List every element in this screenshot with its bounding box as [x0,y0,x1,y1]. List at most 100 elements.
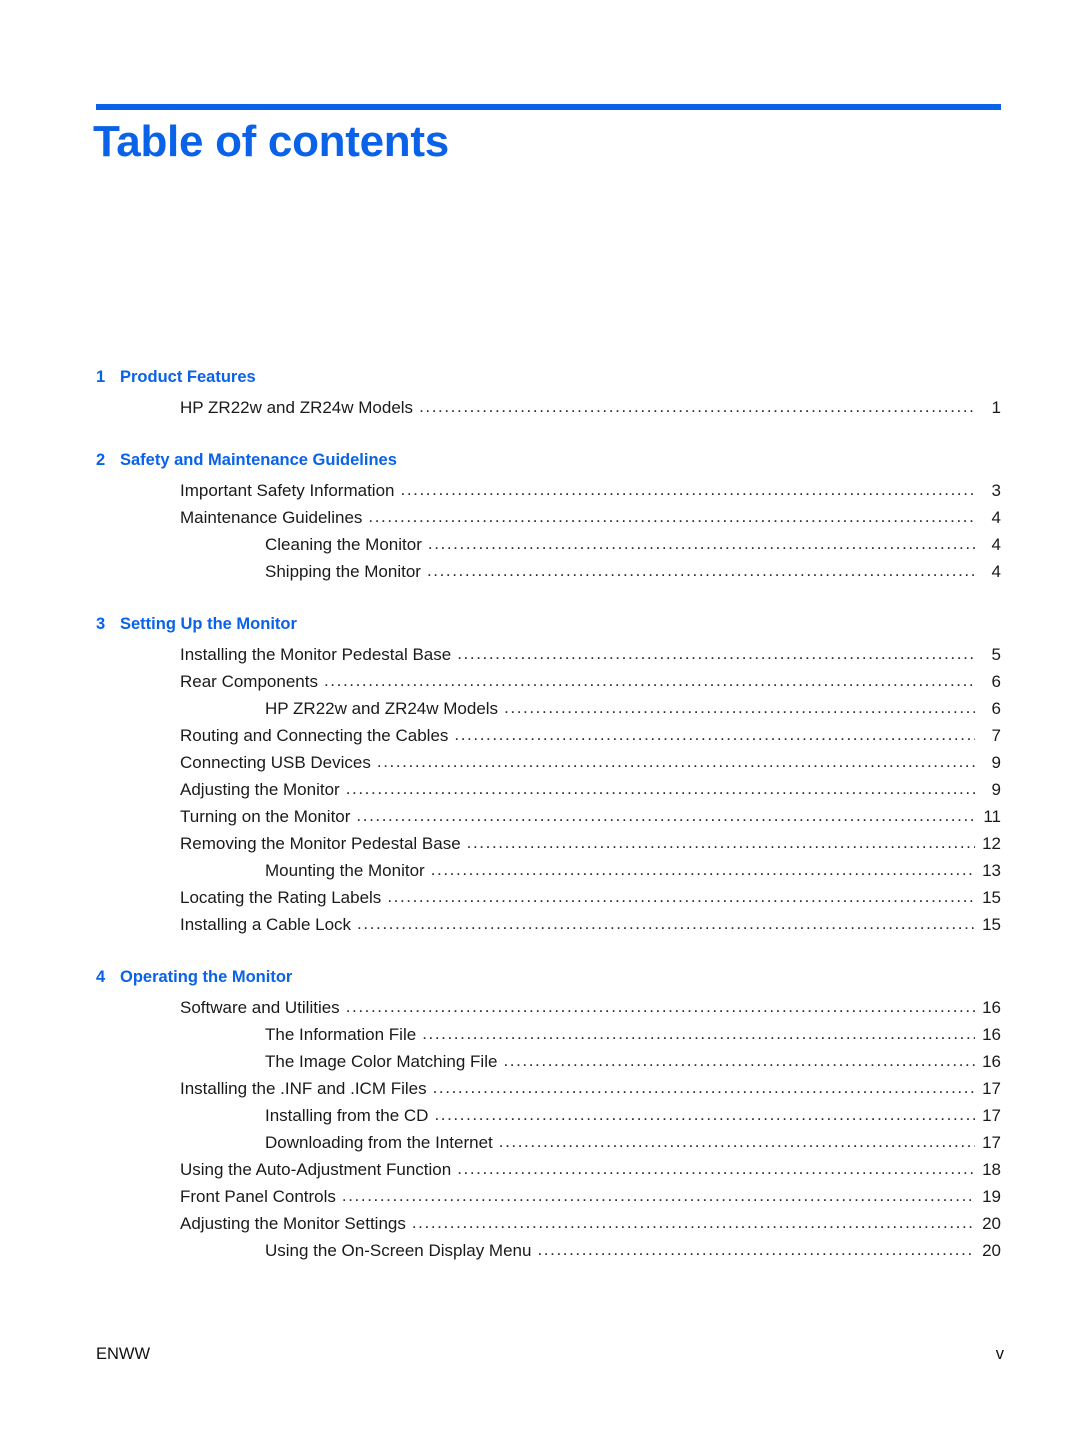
toc-entry[interactable]: The Information File....................… [0,1021,1080,1048]
toc-entry-page-number: 19 [982,1187,1001,1206]
toc-entry-list: Software and Utilities..................… [0,994,1080,1264]
toc-entry[interactable]: Routing and Connecting the Cables.......… [0,722,1080,749]
toc-entry-label: The Image Color Matching File [265,1052,498,1071]
toc-entry-page-number: 1 [991,398,1001,417]
toc-dot-leader: ........................................… [457,1159,975,1178]
toc-dot-leader: ........................................… [356,806,975,825]
page-title: Table of contents [93,117,449,166]
toc-entry[interactable]: Turning on the Monitor..................… [0,803,1080,830]
toc-entry[interactable]: Cleaning the Monitor....................… [0,531,1080,558]
toc-dot-leader: ........................................… [422,1024,975,1043]
toc-entry[interactable]: Removing the Monitor Pedestal Base......… [0,830,1080,857]
toc-dot-leader: ........................................… [411,1213,975,1232]
toc-chapter-title: Product Features [120,368,256,386]
toc-entry[interactable]: Connecting USB Devices..................… [0,749,1080,776]
toc-entry[interactable]: Rear Components.........................… [0,668,1080,695]
toc-entry[interactable]: Adjusting the Monitor...................… [0,776,1080,803]
toc-chapter-title: Setting Up the Monitor [120,615,297,633]
toc-entry[interactable]: Important Safety Information............… [0,477,1080,504]
toc-entry-page-number: 12 [982,834,1001,853]
toc-entry-page-number: 6 [991,672,1001,691]
toc-entry-page-number: 7 [991,726,1001,745]
toc-dot-leader: ........................................… [419,397,975,416]
toc-chapter-heading[interactable]: 3 Setting Up the Monitor [0,611,1080,638]
toc-chapter: 1 Product Features HP ZR22w and ZR24w Mode… [0,364,1080,421]
toc-entry-page-number: 17 [982,1106,1001,1125]
toc-chapter-heading[interactable]: 4 Operating the Monitor [0,964,1080,991]
toc-dot-leader: ........................................… [504,698,975,717]
toc-dot-leader: ........................................… [323,671,975,690]
toc-entry-label: Shipping the Monitor [265,562,421,581]
toc-entry-label: Mounting the Monitor [265,861,425,880]
toc-dot-leader: ........................................… [387,887,975,906]
toc-chapter-heading[interactable]: 1 Product Features [0,364,1080,391]
toc-entry-label: Using the Auto-Adjustment Function [180,1160,452,1179]
toc-dot-leader: ........................................… [454,725,975,744]
toc-dot-leader: ........................................… [430,860,975,879]
toc-entry-page-number: 4 [991,535,1001,554]
toc-entry[interactable]: HP ZR22w and ZR24w Models...............… [0,695,1080,722]
toc-entry-page-number: 20 [982,1214,1001,1233]
toc-entry[interactable]: The Image Color Matching File...........… [0,1048,1080,1075]
toc-entry[interactable]: Mounting the Monitor....................… [0,857,1080,884]
toc-entry[interactable]: Adjusting the Monitor Settings..........… [0,1210,1080,1237]
toc-entry-label: The Information File [265,1025,417,1044]
toc-dot-leader: ........................................… [400,480,976,499]
toc-dot-leader: ........................................… [341,1186,975,1205]
toc-entry-label: Rear Components [180,672,318,691]
toc-entry[interactable]: Installing the .INF and .ICM Files......… [0,1075,1080,1102]
toc-entry[interactable]: Shipping the Monitor....................… [0,558,1080,585]
toc-entry-page-number: 4 [991,562,1001,581]
toc-chapter-number: 2 [96,451,106,469]
toc-dot-leader: ........................................… [434,1105,975,1124]
toc-entry[interactable]: Downloading from the Internet...........… [0,1129,1080,1156]
toc-entry-page-number: 17 [982,1079,1001,1098]
toc-entry[interactable]: Installing the Monitor Pedestal Base....… [0,641,1080,668]
toc-entry-label: HP ZR22w and ZR24w Models [180,398,414,417]
toc-entry[interactable]: HP ZR22w and ZR24w Models...............… [0,394,1080,421]
toc-entry-list: HP ZR22w and ZR24w Models...............… [0,394,1080,421]
toc-entry-label: Maintenance Guidelines [180,508,363,527]
title-rule [96,104,1001,110]
toc-entry-label: Installing from the CD [265,1106,429,1125]
toc-entry[interactable]: Using the Auto-Adjustment Function......… [0,1156,1080,1183]
toc-entry-page-number: 4 [991,508,1001,527]
toc-dot-leader: ........................................… [432,1078,975,1097]
toc-entry-page-number: 3 [991,481,1001,500]
toc-entry-label: Cleaning the Monitor [265,535,422,554]
toc-entry-label: Routing and Connecting the Cables [180,726,449,745]
toc-entry[interactable]: Using the On-Screen Display Menu........… [0,1237,1080,1264]
toc-dot-leader: ........................................… [537,1240,975,1259]
toc-entry-label: Software and Utilities [180,998,340,1017]
toc-entry-page-number: 9 [991,780,1001,799]
toc-entry-label: Front Panel Controls [180,1187,336,1206]
toc-chapter-number: 4 [96,968,106,986]
toc-chapter-title: Operating the Monitor [120,968,293,986]
toc-dot-leader: ........................................… [345,997,975,1016]
toc-entry-label: Important Safety Information [180,481,395,500]
toc-entry[interactable]: Installing from the CD..................… [0,1102,1080,1129]
toc-entry-page-number: 16 [982,998,1001,1017]
toc-entry[interactable]: Software and Utilities..................… [0,994,1080,1021]
toc-entry-list: Important Safety Information............… [0,477,1080,585]
toc-chapter: 3 Setting Up the Monitor Installing the Mo… [0,611,1080,938]
toc-dot-leader: ........................................… [345,779,975,798]
toc-dot-leader: ........................................… [466,833,975,852]
toc-entry[interactable]: Front Panel Controls....................… [0,1183,1080,1210]
toc-entry[interactable]: Maintenance Guidelines..................… [0,504,1080,531]
toc-entry-page-number: 5 [991,645,1001,664]
toc-entry[interactable]: Locating the Rating Labels..............… [0,884,1080,911]
toc-entry-page-number: 18 [982,1160,1001,1179]
toc-entry-list: Installing the Monitor Pedestal Base....… [0,641,1080,938]
toc-entry-label: Using the On-Screen Display Menu [265,1241,532,1260]
toc-entry-page-number: 16 [982,1052,1001,1071]
toc-chapter-heading[interactable]: 2 Safety and Maintenance Guidelines [0,447,1080,474]
toc-entry-label: Locating the Rating Labels [180,888,382,907]
footer-page-number: v [995,1345,1004,1363]
toc-entry-label: Removing the Monitor Pedestal Base [180,834,461,853]
toc-dot-leader: ........................................… [498,1132,975,1151]
toc-entry[interactable]: Installing a Cable Lock.................… [0,911,1080,938]
document-page: Table of contents 1 Product Features HP ZR… [0,0,1080,1437]
toc-entry-label: Adjusting the Monitor [180,780,340,799]
toc-entry-page-number: 20 [982,1241,1001,1260]
